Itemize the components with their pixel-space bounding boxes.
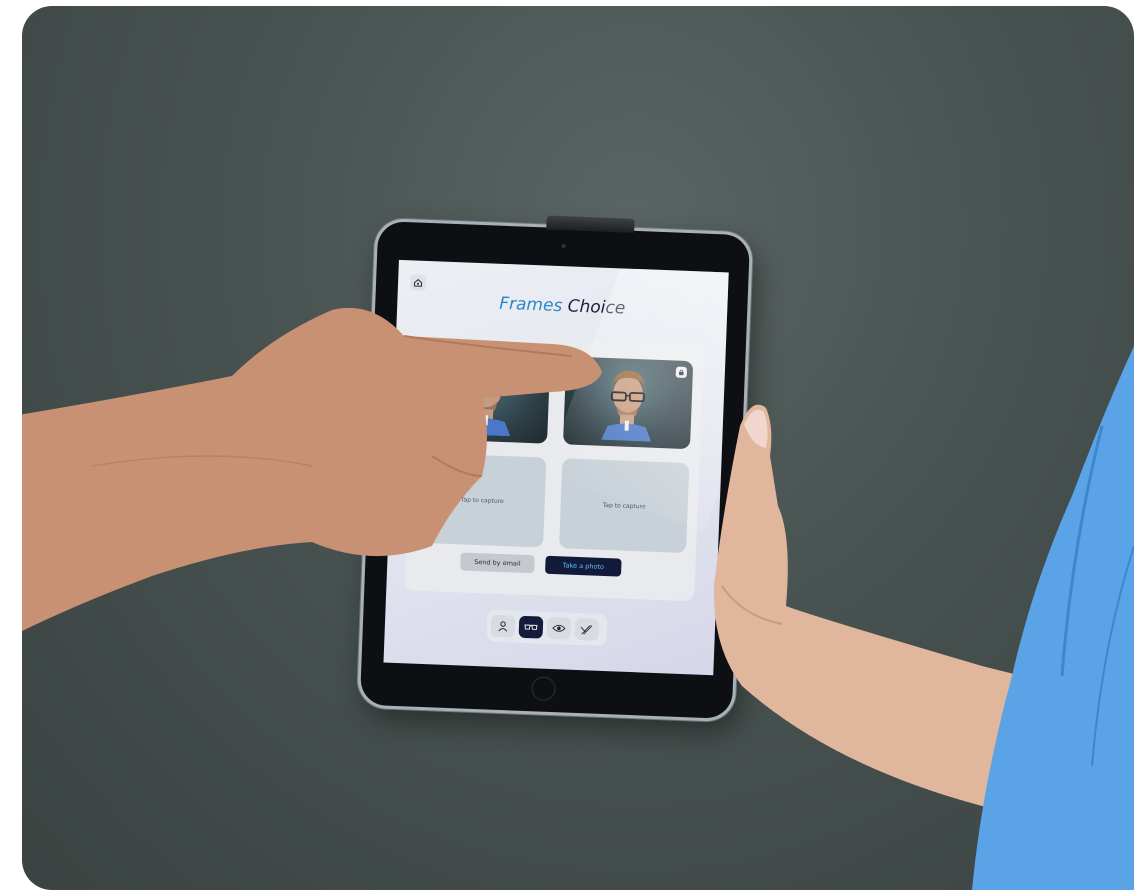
photo-background: Frames Choice Tap to capture Tap to capt… — [22, 6, 1134, 890]
blue-sleeve — [972, 346, 1134, 890]
tablet-home-button — [531, 676, 557, 702]
camera-clip — [546, 215, 635, 233]
front-camera — [561, 244, 566, 249]
home-icon[interactable] — [409, 274, 427, 291]
pointing-hand — [22, 307, 602, 632]
